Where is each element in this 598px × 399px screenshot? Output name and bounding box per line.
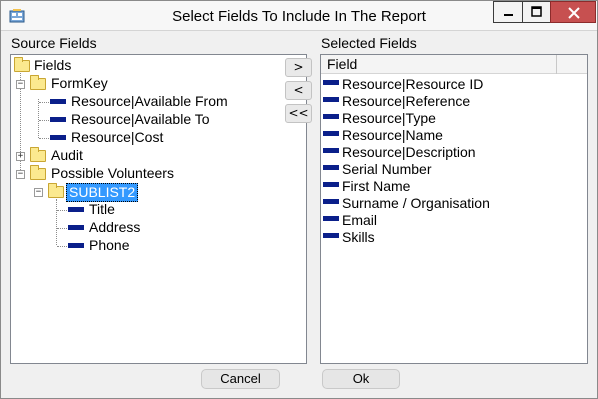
- folder-icon: [30, 165, 46, 180]
- field-icon: [68, 225, 84, 230]
- column-header-field[interactable]: Field: [321, 55, 557, 74]
- list-item-label: First Name: [342, 178, 411, 194]
- tree-node-label: Resource|Available From: [71, 93, 228, 109]
- source-fields-tree[interactable]: Fields − FormKey Resource|Available From…: [10, 54, 307, 364]
- field-icon: [323, 233, 339, 238]
- field-icon: [323, 97, 339, 102]
- report-fields-dialog: Select Fields To Include In The Report S…: [0, 0, 598, 399]
- title-bar[interactable]: Select Fields To Include In The Report: [1, 1, 597, 31]
- list-item-label: Resource|Description: [342, 144, 476, 160]
- tree-line: [39, 120, 49, 121]
- field-icon: [68, 243, 84, 248]
- list-item-label: Email: [342, 212, 378, 228]
- tree-node-label: Resource|Cost: [71, 129, 164, 145]
- list-item-label: Serial Number: [342, 161, 432, 177]
- minimize-button[interactable]: [493, 1, 522, 23]
- folder-icon: [30, 147, 46, 162]
- selected-fields-label: Selected Fields: [321, 35, 417, 51]
- list-item-label: Surname / Organisation: [342, 195, 490, 211]
- field-icon: [50, 135, 66, 140]
- tree-node-label: Possible Volunteers: [51, 165, 174, 181]
- selected-fields-list[interactable]: Field Resource|Resource ID Resource|Refe…: [320, 54, 588, 364]
- tree-node-label: Fields: [34, 57, 72, 73]
- tree-line: [39, 102, 49, 103]
- field-icon: [323, 182, 339, 187]
- field-icon: [323, 165, 339, 170]
- maximize-icon: [531, 6, 542, 17]
- list-header: Field: [321, 55, 587, 74]
- add-field-button[interactable]: >: [285, 58, 312, 77]
- tree-line: [57, 228, 67, 229]
- remove-field-button[interactable]: <: [285, 81, 312, 100]
- list-item-label: Resource|Name: [342, 127, 443, 143]
- list-item-label: Resource|Resource ID: [342, 76, 484, 92]
- field-icon: [323, 199, 339, 204]
- list-item-label: Skills: [342, 229, 375, 245]
- maximize-button[interactable]: [522, 1, 550, 23]
- source-fields-label: Source Fields: [11, 35, 97, 51]
- expand-icon[interactable]: +: [16, 152, 25, 161]
- tree-node-label: SUBLIST2: [66, 183, 139, 202]
- field-icon: [323, 80, 339, 85]
- tree-line: [39, 138, 49, 139]
- tree-node-label: Resource|Available To: [71, 111, 210, 127]
- tree-node-label: Audit: [51, 147, 83, 163]
- close-icon: [568, 7, 580, 19]
- tree-node-label: Phone: [89, 237, 130, 253]
- list-item-label: Resource|Reference: [342, 93, 471, 109]
- collapse-icon[interactable]: −: [16, 80, 25, 89]
- folder-icon: [14, 57, 30, 72]
- list-item-label: Resource|Type: [342, 110, 436, 126]
- remove-all-fields-button[interactable]: <<: [285, 104, 312, 123]
- field-icon: [323, 148, 339, 153]
- open-folder-icon: [48, 183, 64, 198]
- field-icon: [68, 207, 84, 212]
- folder-icon: [30, 75, 46, 90]
- ok-button[interactable]: Ok: [322, 369, 400, 389]
- collapse-icon[interactable]: −: [16, 170, 25, 179]
- tree-line: [38, 99, 39, 138]
- collapse-icon[interactable]: −: [34, 188, 43, 197]
- tree-node-label: Title: [89, 201, 115, 217]
- minimize-icon: [504, 14, 513, 16]
- cancel-button[interactable]: Cancel: [201, 369, 280, 389]
- tree-line: [57, 246, 67, 247]
- field-icon: [323, 131, 339, 136]
- close-button[interactable]: [550, 1, 596, 23]
- field-icon: [323, 216, 339, 221]
- field-icon: [323, 114, 339, 119]
- field-icon: [50, 117, 66, 122]
- tree-line: [56, 199, 57, 245]
- tree-node-label: FormKey: [51, 75, 108, 91]
- tree-line: [57, 210, 67, 211]
- tree-node-label: Address: [89, 219, 141, 235]
- field-icon: [50, 99, 66, 104]
